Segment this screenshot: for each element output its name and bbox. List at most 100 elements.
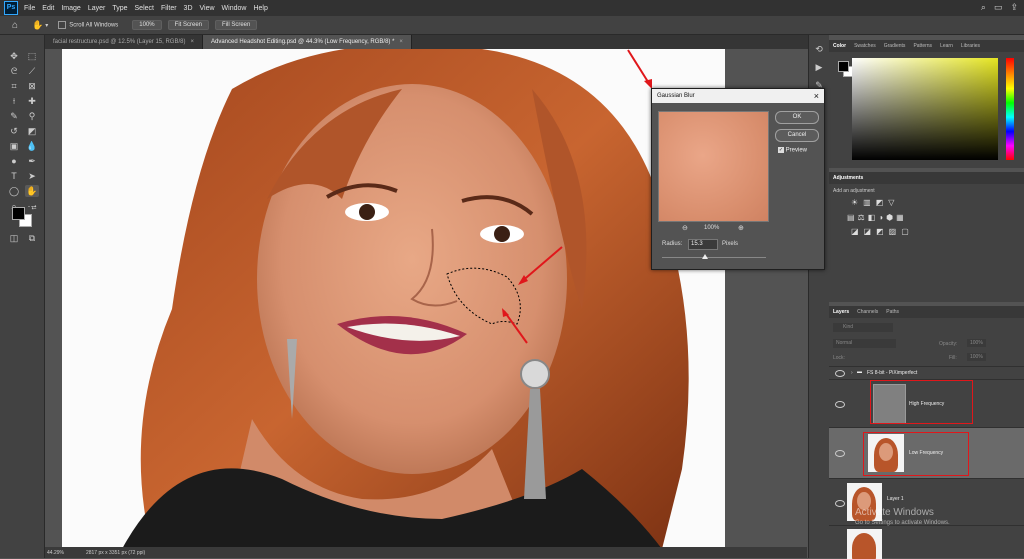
visibility-eye-icon[interactable] [835, 500, 845, 507]
layer-filter-search[interactable]: Kind [833, 323, 893, 332]
history-icon[interactable]: ⟲ [812, 43, 826, 55]
blur-preview[interactable] [658, 111, 769, 222]
foreground-color-swatch[interactable] [838, 61, 849, 72]
workspace-icon[interactable]: ▭ [994, 2, 1003, 13]
tab-layers[interactable]: Layers [829, 309, 853, 315]
document-size: 2817 px x 3351 px (72 ppi) [85, 549, 146, 556]
blur-tool-icon[interactable]: 💧 [25, 140, 39, 152]
fit-screen-button[interactable]: Fit Screen [167, 20, 209, 30]
tab-paths[interactable]: Paths [882, 309, 903, 315]
ok-button[interactable]: OK [775, 111, 819, 124]
document-canvas[interactable] [62, 49, 725, 549]
history-brush-tool-icon[interactable]: ↺ [7, 125, 21, 137]
play-action-icon[interactable]: ▶ [812, 61, 826, 73]
visibility-eye-icon[interactable] [835, 370, 845, 377]
menu-file[interactable]: File [24, 5, 35, 12]
tab-channels[interactable]: Channels [853, 309, 882, 315]
tab-gradients[interactable]: Gradients [880, 43, 910, 49]
home-icon[interactable]: ⌂ [12, 20, 18, 31]
eyedropper-tool-icon[interactable]: ⟊ [7, 95, 21, 107]
pen-tool-icon[interactable]: ✒ [25, 155, 39, 167]
cancel-button[interactable]: Cancel [775, 129, 819, 142]
chevron-down-icon[interactable]: ▾ [45, 22, 48, 29]
color-field[interactable] [852, 58, 998, 160]
menu-edit[interactable]: Edit [42, 5, 54, 12]
ellipse-tool-icon[interactable]: ◯ [7, 185, 21, 197]
tab-libraries[interactable]: Libraries [957, 43, 984, 49]
chevron-down-icon[interactable]: › [851, 370, 853, 376]
close-icon[interactable]: × [814, 89, 819, 103]
opacity-input[interactable]: 100% [967, 339, 986, 347]
gradient-tool-icon[interactable]: ▣ [7, 140, 21, 152]
gaussian-blur-dialog: Gaussian Blur × OK Cancel ✓ Preview ⊖ 10… [651, 88, 825, 270]
close-icon[interactable]: × [190, 39, 194, 45]
visibility-eye-icon[interactable] [835, 450, 845, 457]
foreground-color-swatch[interactable] [12, 207, 25, 220]
layer-group-row[interactable]: › ▬ FS 8-bit - PiXimperfect [829, 366, 1024, 379]
brush-tool-icon[interactable]: ✎ [7, 110, 21, 122]
visibility-eye-icon[interactable] [835, 401, 845, 408]
layer-row-low-frequency[interactable]: Low Frequency [829, 427, 1024, 478]
document-tab-active[interactable]: Advanced Headshot Editing.psd @ 44.3% (L… [203, 35, 412, 49]
menu-layer[interactable]: Layer [88, 5, 106, 12]
portrait-photo [62, 49, 725, 549]
dialog-title: Gaussian Blur [657, 93, 695, 99]
lasso-tool-icon[interactable]: ᘓ [7, 65, 21, 77]
type-tool-icon[interactable]: T [7, 170, 21, 182]
share-icon[interactable]: ⇪ [1010, 2, 1018, 13]
adjustment-icons-row-3[interactable]: ◪◪◩▨▢ [851, 227, 914, 236]
crop-tool-icon[interactable]: ⌗ [7, 80, 21, 92]
quick-selection-tool-icon[interactable]: ⟋ [25, 65, 39, 77]
radius-input[interactable]: 15.3 [688, 239, 718, 250]
layer-row[interactable] [829, 525, 1024, 559]
layer-row-high-frequency[interactable]: High Frequency [829, 379, 1024, 426]
status-bar: 44.29% 2817 px x 3351 px (72 ppi) [45, 547, 807, 558]
scroll-all-windows-checkbox[interactable]: Scroll All Windows [58, 21, 118, 29]
path-selection-tool-icon[interactable]: ➤ [25, 170, 39, 182]
adjustment-icons-row-2[interactable]: ▤⚖◧◑⬢▦ [847, 213, 907, 222]
eraser-tool-icon[interactable]: ◩ [25, 125, 39, 137]
hand-tool-icon[interactable]: ✋ [25, 185, 39, 197]
marquee-tool-icon[interactable]: ⬚ [25, 50, 39, 62]
zoom-100-button[interactable]: 100% [132, 20, 162, 30]
zoom-in-icon[interactable]: ⊕ [738, 224, 744, 232]
dodge-tool-icon[interactable]: ● [7, 155, 21, 167]
hue-slider[interactable] [1006, 58, 1014, 160]
swap-colors-icon[interactable]: ⇄ [27, 202, 41, 214]
search-icon[interactable]: ⌕ [981, 2, 986, 13]
menu-select[interactable]: Select [135, 5, 154, 12]
radius-slider-track[interactable] [662, 257, 766, 258]
menu-3d[interactable]: 3D [184, 5, 193, 12]
document-tab[interactable]: facial restructure.psd @ 12.5% (Layer 15… [45, 35, 203, 49]
tab-color[interactable]: Color [829, 43, 850, 49]
preview-checkbox[interactable]: ✓ Preview [778, 147, 807, 154]
clone-stamp-tool-icon[interactable]: ⚲ [25, 110, 39, 122]
quick-mask-icon[interactable]: ◫ [7, 232, 21, 244]
fill-input[interactable]: 100% [967, 353, 986, 361]
move-tool-icon[interactable]: ✥ [7, 50, 21, 62]
menu-help[interactable]: Help [253, 5, 267, 12]
menu-filter[interactable]: Filter [161, 5, 177, 12]
options-bar: ⌂ ✋ ▾ Scroll All Windows 100% Fit Screen… [0, 16, 1024, 35]
blend-mode-select[interactable]: Normal [833, 339, 896, 348]
fill-screen-button[interactable]: Fill Screen [215, 20, 258, 30]
tab-patterns[interactable]: Patterns [909, 43, 936, 49]
screen-mode-icon[interactable]: ⧉ [25, 232, 39, 244]
zoom-out-icon[interactable]: ⊖ [682, 224, 688, 232]
menu-type[interactable]: Type [112, 5, 127, 12]
adjustment-icons-row-1[interactable]: ☀▥◩▽ [851, 198, 899, 207]
close-icon[interactable]: × [399, 39, 403, 45]
menu-view[interactable]: View [200, 5, 215, 12]
frame-tool-icon[interactable]: ⊠ [25, 80, 39, 92]
healing-brush-tool-icon[interactable]: ✚ [25, 95, 39, 107]
adjustments-title[interactable]: Adjustments [829, 175, 867, 181]
color-panel: Color Swatches Gradients Patterns Learn … [829, 40, 1024, 168]
tab-label: Advanced Headshot Editing.psd @ 44.3% (L… [211, 39, 395, 45]
menu-image[interactable]: Image [61, 5, 80, 12]
menu-window[interactable]: Window [222, 5, 247, 12]
radius-slider-thumb[interactable] [702, 254, 708, 259]
adjustments-panel: Adjustments Add an adjustment ☀▥◩▽ ▤⚖◧◑⬢… [829, 172, 1024, 302]
tab-swatches[interactable]: Swatches [850, 43, 880, 49]
tab-learn[interactable]: Learn [936, 43, 957, 49]
zoom-level[interactable]: 44.29% [47, 550, 64, 556]
